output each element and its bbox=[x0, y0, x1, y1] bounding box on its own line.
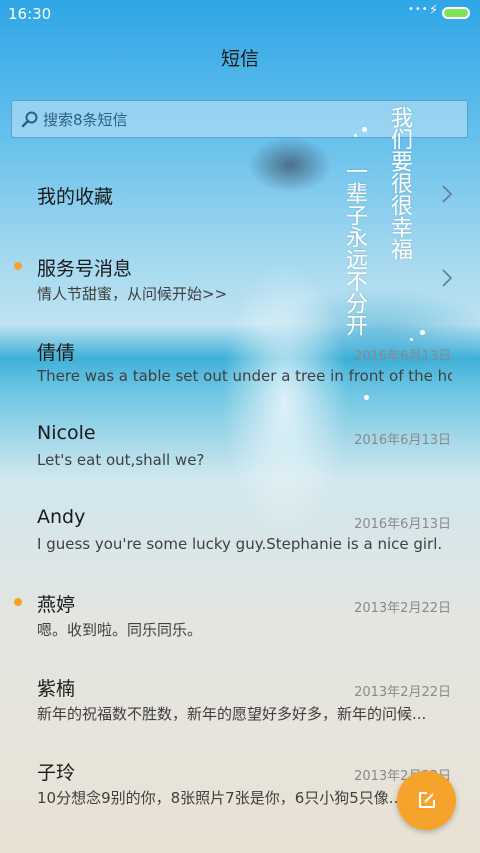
decor-dot bbox=[362, 127, 367, 132]
conversation-name: Nicole bbox=[37, 422, 96, 444]
conversation-preview: 情人节甜蜜，从问候开始>> bbox=[37, 285, 228, 303]
conversation-name: 紫楠 bbox=[37, 678, 76, 700]
unread-dot bbox=[14, 598, 22, 606]
status-time: 16:30 bbox=[8, 5, 52, 23]
conversation-date: 2016年6月13日 bbox=[354, 517, 451, 532]
conversation-name: 子玲 bbox=[37, 762, 76, 784]
battery-icon bbox=[442, 7, 470, 19]
search-placeholder: 搜索8条短信 bbox=[43, 111, 128, 129]
conversation-name: 我的收藏 bbox=[37, 186, 114, 208]
conversation-preview: 新年的祝福数不胜数，新年的愿望好多好多，新年的问候... bbox=[37, 705, 427, 723]
conversation-row[interactable]: Nicole 2016年6月13日 Let's eat out,shall we… bbox=[0, 404, 480, 488]
service-messages-row[interactable]: 服务号消息 情人节甜蜜，从问候开始>> bbox=[0, 236, 480, 320]
page-title: 短信 bbox=[220, 48, 259, 70]
conversation-date: 2013年2月22日 bbox=[354, 685, 451, 700]
chevron-right-icon bbox=[442, 185, 453, 203]
conversation-row[interactable]: 紫楠 2013年2月22日 新年的祝福数不胜数，新年的愿望好多好多，新年的问候.… bbox=[0, 656, 480, 740]
favorites-row[interactable]: 我的收藏 bbox=[0, 152, 480, 236]
conversation-name: 倩倩 bbox=[37, 342, 76, 364]
conversation-preview: 嗯。收到啦。同乐同乐。 bbox=[37, 621, 203, 639]
conversation-preview: 10分想念9别的你，8张照片7张是你，6只小狗5只像... bbox=[37, 789, 404, 807]
conversation-name: 服务号消息 bbox=[37, 258, 133, 280]
conversation-name: Andy bbox=[37, 506, 86, 528]
chevron-right-icon bbox=[442, 269, 453, 287]
conversation-date: 2013年2月22日 bbox=[354, 601, 451, 616]
conversation-date: 2016年6月13日 bbox=[354, 349, 451, 364]
messages-screen: 16:30 ••• ⚡ 短信 搜索8条短信 我们要很很幸福 一辈子永远不分开 我… bbox=[0, 0, 480, 853]
signal-dots-icon: ••• bbox=[408, 4, 429, 15]
conversation-row[interactable]: 倩倩 2016年6月13日 There was a table set out … bbox=[0, 320, 480, 404]
compose-icon bbox=[419, 792, 435, 808]
charging-icon: ⚡ bbox=[429, 3, 439, 18]
compose-button[interactable] bbox=[397, 771, 456, 830]
status-bar: 16:30 ••• ⚡ bbox=[0, 0, 480, 28]
conversation-row[interactable]: Andy 2016年6月13日 I guess you're some luck… bbox=[0, 488, 480, 572]
conversation-preview: I guess you're some lucky guy.Stephanie … bbox=[37, 535, 443, 553]
decor-dot bbox=[354, 134, 357, 137]
conversation-row[interactable]: 燕婷 2013年2月22日 嗯。收到啦。同乐同乐。 bbox=[0, 572, 480, 656]
conversation-preview: There was a table set out under a tree i… bbox=[37, 367, 452, 385]
conversation-preview: Let's eat out,shall we? bbox=[37, 451, 205, 469]
conversation-date: 2016年6月13日 bbox=[354, 433, 451, 448]
conversation-name: 燕婷 bbox=[37, 594, 76, 616]
unread-dot bbox=[14, 262, 22, 270]
search-icon bbox=[21, 111, 38, 128]
